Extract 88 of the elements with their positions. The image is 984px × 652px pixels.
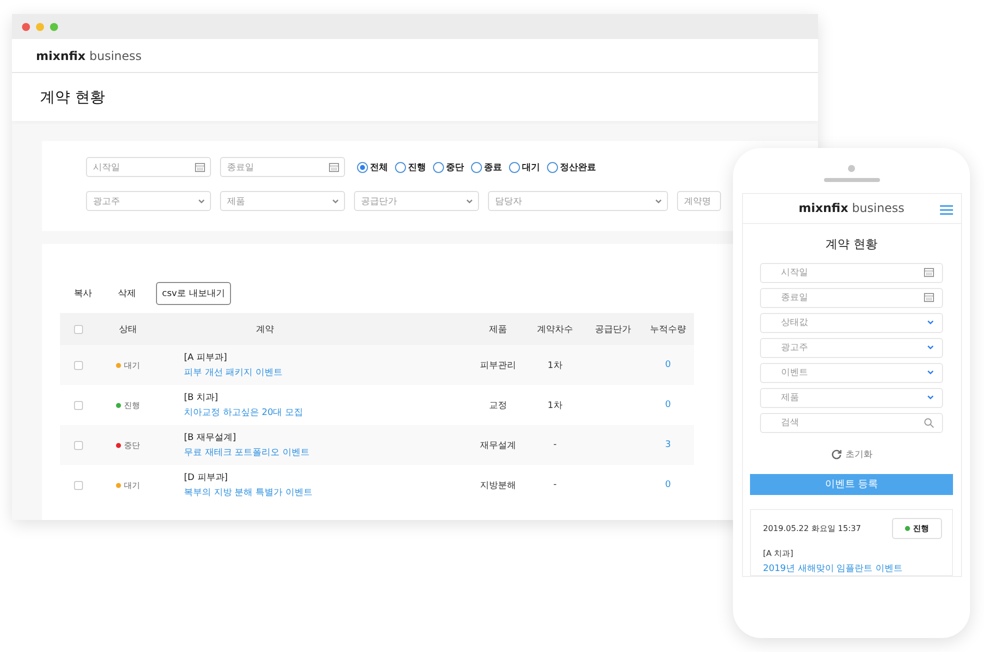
status-label: 대기 [124, 360, 140, 370]
search-icon [924, 418, 934, 428]
row-checkbox[interactable] [74, 400, 82, 410]
table-cell-text: - [552, 440, 558, 450]
select-field[interactable]: 광고주 [760, 338, 943, 358]
select-field[interactable]: 제품 [220, 191, 345, 211]
table-cell-text: - [552, 480, 558, 490]
select-field[interactable]: 담당자 [488, 191, 668, 211]
count-link[interactable]: 0 [665, 360, 671, 370]
close-dot-icon[interactable] [22, 22, 30, 30]
status-radio[interactable]: 대기 [509, 160, 540, 174]
contract-link[interactable]: 피부 개선 패키지 이벤트 [184, 366, 470, 379]
table-cell-text: 피부관리 [479, 360, 517, 372]
event-group: [A 치과] [763, 548, 942, 559]
action-button[interactable]: 삭제 [118, 287, 136, 300]
date-field[interactable]: 시작일 [760, 262, 943, 283]
count-link[interactable]: 0 [665, 480, 671, 490]
page-title: 계약 현황 [40, 88, 105, 106]
contract-link[interactable]: 치아교정 하고싶은 20대 모집 [184, 406, 470, 419]
contract-group: [A 피부과] [184, 351, 470, 364]
table-cell-text: 1차 [546, 360, 564, 372]
speaker-icon [824, 178, 880, 182]
status-label: 중단 [124, 440, 140, 450]
table-cell-text: 재무설계 [479, 440, 517, 452]
event-link[interactable]: 2019년 새해맞이 임플란트 이벤트 [763, 562, 942, 575]
select-all-checkbox[interactable] [74, 324, 82, 334]
count-link[interactable]: 0 [665, 400, 671, 410]
column-header: 공급단가 [594, 324, 632, 336]
calendar-icon [924, 268, 934, 278]
table-cell-text: 1차 [546, 400, 564, 412]
status-radio[interactable]: 전체 [357, 160, 388, 174]
table-cell-text: 교정 [488, 400, 508, 412]
status-radio[interactable]: 정산완료 [547, 160, 596, 174]
column-header: 계약 [255, 324, 275, 336]
chevron-down-icon [927, 370, 934, 376]
calendar-icon [924, 293, 934, 302]
minimize-dot-icon[interactable] [36, 22, 44, 30]
menu-icon[interactable] [940, 205, 952, 215]
page-title: 계약 현황 [826, 236, 878, 253]
select-field[interactable]: 제품 [760, 388, 943, 408]
chevron-down-icon [332, 198, 339, 204]
contract-link[interactable]: 무료 재테크 포트폴리오 이벤트 [184, 446, 470, 459]
calendar-icon [329, 162, 339, 172]
input-field[interactable]: 계약명 [677, 191, 721, 211]
contract-group: [D 피부과] [184, 471, 470, 484]
chevron-down-icon [927, 395, 934, 400]
register-button[interactable]: 이벤트 등록 [750, 474, 953, 495]
camera-icon [848, 165, 855, 172]
export-button[interactable]: csv로 내보내기 [156, 282, 231, 305]
calendar-icon [195, 162, 205, 172]
chevron-down-icon [927, 320, 934, 326]
status-label: 진행 [124, 400, 140, 410]
count-link[interactable]: 3 [665, 440, 671, 450]
date-field[interactable]: 종료일 [760, 288, 943, 308]
status-badge: 진행 [892, 518, 942, 539]
date-field[interactable]: 종료일 [220, 157, 345, 177]
table-cell-text: 지방분해 [479, 480, 517, 492]
select-field[interactable]: 공급단가 [354, 191, 479, 211]
contract-group: [B 재무설계] [184, 431, 470, 444]
select-field[interactable]: 상태값 [760, 312, 943, 333]
status-radio[interactable]: 종료 [471, 160, 502, 174]
maximize-dot-icon[interactable] [50, 22, 58, 30]
contract-link[interactable]: 복부의 지방 분해 특별가 이벤트 [184, 486, 470, 499]
column-header: 상태 [118, 324, 138, 336]
search-field[interactable]: 검색 [760, 412, 943, 433]
column-header: 계약차수 [536, 324, 574, 336]
brand-logo: mixnfix business [798, 201, 904, 216]
date-field[interactable]: 시작일 [86, 157, 211, 177]
brand-logo: mixnfix business [36, 48, 142, 62]
chevron-down-icon [466, 198, 473, 204]
row-checkbox[interactable] [74, 360, 82, 370]
status-radio[interactable]: 진행 [395, 160, 426, 174]
reset-button[interactable]: 초기화 [824, 446, 878, 462]
select-field[interactable]: 광고주 [86, 191, 211, 211]
chevron-down-icon [927, 345, 934, 350]
row-checkbox[interactable] [74, 480, 82, 490]
status-radio[interactable]: 중단 [433, 160, 464, 174]
status-label: 대기 [124, 480, 140, 490]
chevron-down-icon [198, 198, 205, 204]
row-checkbox[interactable] [74, 440, 82, 450]
column-header: 누적수량 [649, 324, 687, 336]
event-date: 2019.05.22 화요일 15:37 [763, 523, 861, 534]
chevron-down-icon [655, 198, 662, 204]
select-field[interactable]: 이벤트 [760, 362, 943, 383]
contract-group: [B 치과] [184, 391, 470, 404]
refresh-icon [830, 448, 842, 460]
action-button[interactable]: 복사 [74, 287, 92, 300]
column-header: 제품 [488, 324, 508, 336]
